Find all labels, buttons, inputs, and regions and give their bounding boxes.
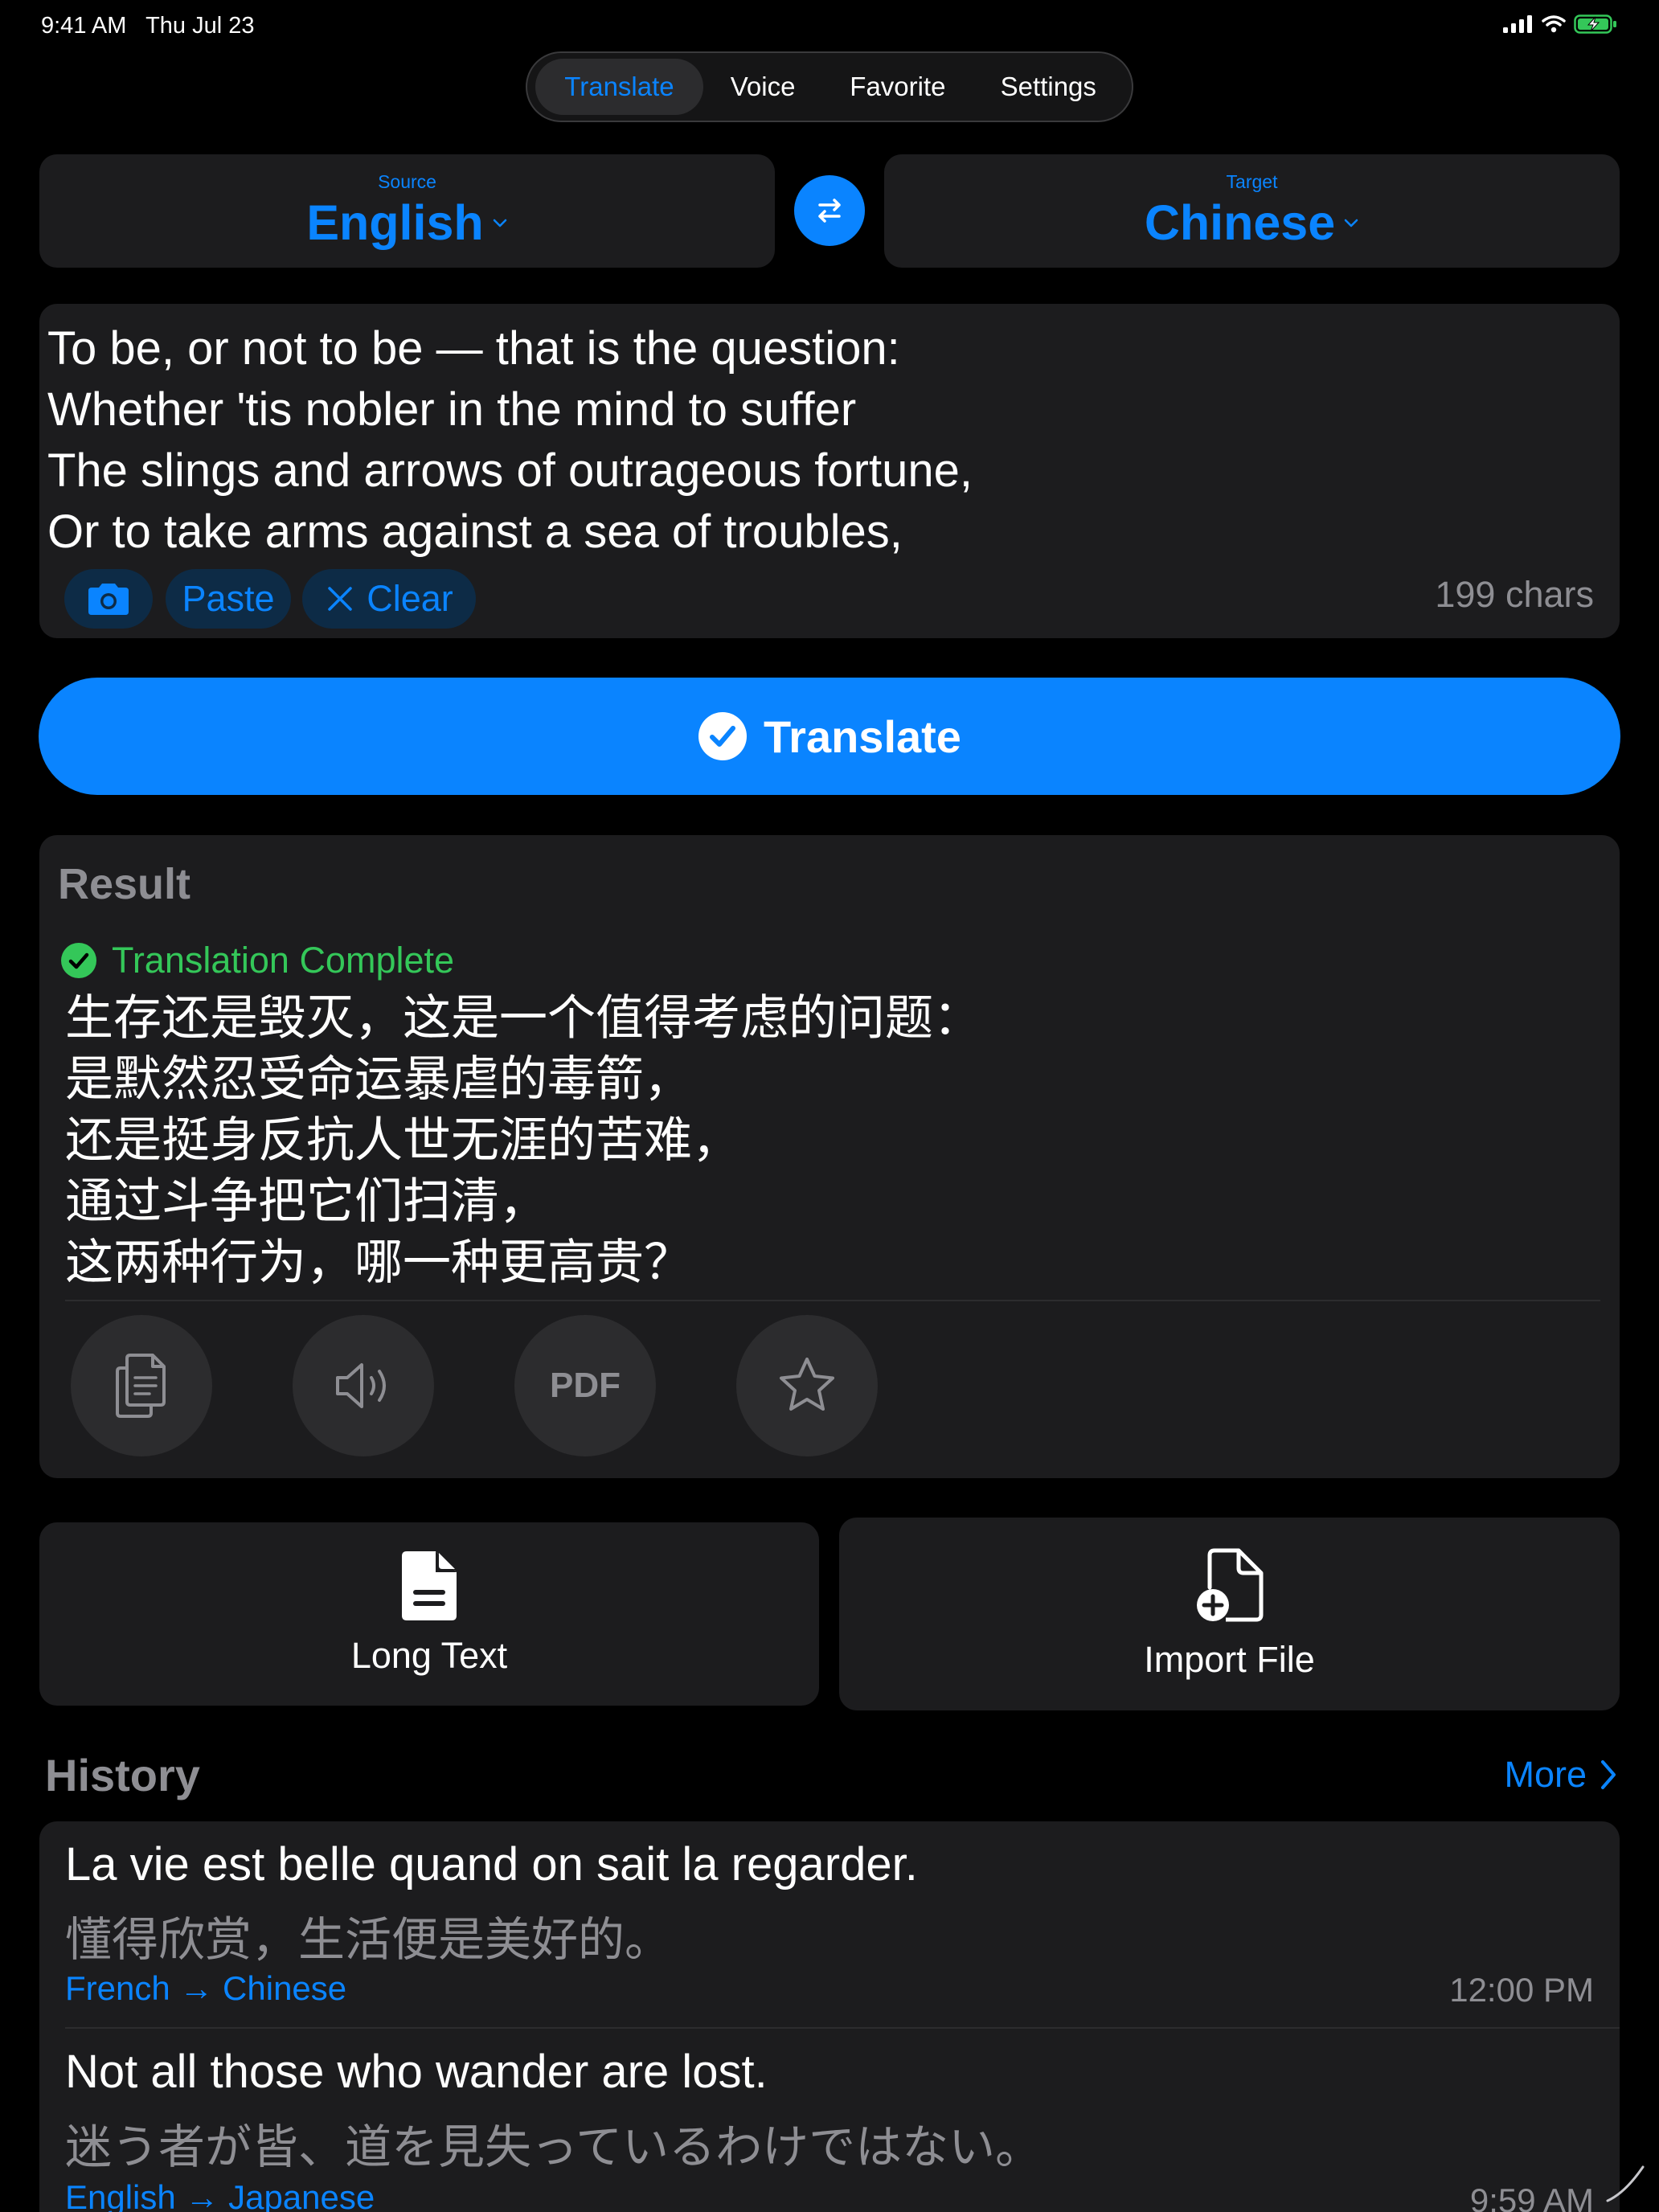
camera-icon xyxy=(88,584,129,615)
cellular-signal-icon xyxy=(1503,15,1532,33)
result-card: Result Translation Complete 生存还是毁灭，这是一个值… xyxy=(39,835,1620,1478)
export-pdf-button[interactable]: PDF xyxy=(514,1315,656,1456)
wifi-icon xyxy=(1542,15,1566,33)
status-icons xyxy=(1503,14,1617,34)
history-language-pair: French → Chinese xyxy=(65,1969,347,2007)
history-item[interactable]: Not all those who wander are lost. 迷う者が皆… xyxy=(39,2029,1620,2212)
tab-voice[interactable]: Voice xyxy=(703,59,822,115)
tab-favorite[interactable]: Favorite xyxy=(822,59,973,115)
favorite-button[interactable] xyxy=(736,1315,878,1456)
history-timestamp: 9:59 AM xyxy=(1469,2181,1594,2212)
target-caption: Target xyxy=(1226,171,1278,192)
source-language-label: English xyxy=(306,195,484,250)
history-source-text: Not all those who wander are lost. xyxy=(65,2046,768,2098)
source-text-input[interactable]: To be, or not to be — that is the questi… xyxy=(47,318,973,563)
history-translation-text: 懂得欣赏，生活便是美好的。 xyxy=(65,1914,672,1966)
speak-button[interactable] xyxy=(293,1315,434,1456)
translation-status: Translation Complete xyxy=(60,940,454,981)
paste-button[interactable]: Paste xyxy=(166,569,291,629)
history-item[interactable]: La vie est belle quand on sait la regard… xyxy=(39,1821,1620,2027)
target-language-label: Chinese xyxy=(1144,195,1336,250)
close-icon xyxy=(328,587,352,611)
paste-label: Paste xyxy=(182,578,275,619)
source-caption: Source xyxy=(378,171,436,192)
source-language-selector[interactable]: Source English xyxy=(39,154,775,268)
history-title: History xyxy=(45,1750,200,1800)
translation-result-text: 生存还是毁灭，这是一个值得考虑的问题： 是默然忍受命运暴虐的毒箭， 还是挺身反抗… xyxy=(65,991,981,1289)
document-icon xyxy=(402,1551,457,1620)
history-translation-text: 迷う者が皆、道を見失っているわけではない。 xyxy=(65,2121,1043,2173)
clear-label: Clear xyxy=(367,578,453,619)
character-count: 199 chars xyxy=(1435,574,1594,615)
import-file-label: Import File xyxy=(1144,1639,1315,1680)
history-language-pair: English → Japanese xyxy=(65,2178,375,2212)
translate-button[interactable]: Translate xyxy=(39,678,1620,795)
swap-arrows-icon xyxy=(818,199,841,223)
chevron-down-icon xyxy=(1344,219,1358,227)
history-timestamp: 12:00 PM xyxy=(1449,1971,1594,2009)
pdf-label: PDF xyxy=(550,1366,621,1405)
battery-charging-icon xyxy=(1574,14,1616,34)
history-source-text: La vie est belle quand on sait la regard… xyxy=(65,1838,918,1890)
camera-button[interactable] xyxy=(64,569,153,629)
status-time: 9:41 AM Thu Jul 23 xyxy=(41,13,255,39)
main-tab-bar: Translate Voice Favorite Settings xyxy=(526,51,1133,122)
long-text-button[interactable]: Long Text xyxy=(39,1522,819,1706)
star-icon xyxy=(780,1358,834,1411)
more-label: More xyxy=(1504,1754,1587,1795)
long-text-label: Long Text xyxy=(350,1635,508,1676)
chevron-down-icon xyxy=(493,219,506,227)
history-more-link[interactable]: More xyxy=(1504,1754,1617,1796)
import-file-button[interactable]: Import File xyxy=(839,1518,1620,1710)
chevron-right-icon xyxy=(1601,1760,1616,1789)
copy-icon xyxy=(116,1354,166,1418)
clear-button[interactable]: Clear xyxy=(302,569,476,629)
copy-button[interactable] xyxy=(71,1315,212,1456)
translation-status-label: Translation Complete xyxy=(112,940,455,981)
target-language-selector[interactable]: Target Chinese xyxy=(884,154,1620,268)
translate-button-label: Translate xyxy=(764,711,961,762)
checkmark-circle-icon xyxy=(698,712,748,760)
tab-translate[interactable]: Translate xyxy=(535,59,703,115)
source-text-card: To be, or not to be — that is the questi… xyxy=(39,304,1620,638)
pencil-indicator-icon xyxy=(1606,2165,1645,2202)
tab-settings[interactable]: Settings xyxy=(973,59,1124,115)
add-document-icon xyxy=(1196,1548,1263,1622)
divider xyxy=(65,1300,1600,1301)
history-list: La vie est belle quand on sait la regard… xyxy=(39,1821,1620,2212)
checkmark-circle-icon xyxy=(61,943,96,978)
result-title: Result xyxy=(58,860,191,908)
swap-languages-button[interactable] xyxy=(794,175,865,246)
speaker-icon xyxy=(336,1363,386,1408)
